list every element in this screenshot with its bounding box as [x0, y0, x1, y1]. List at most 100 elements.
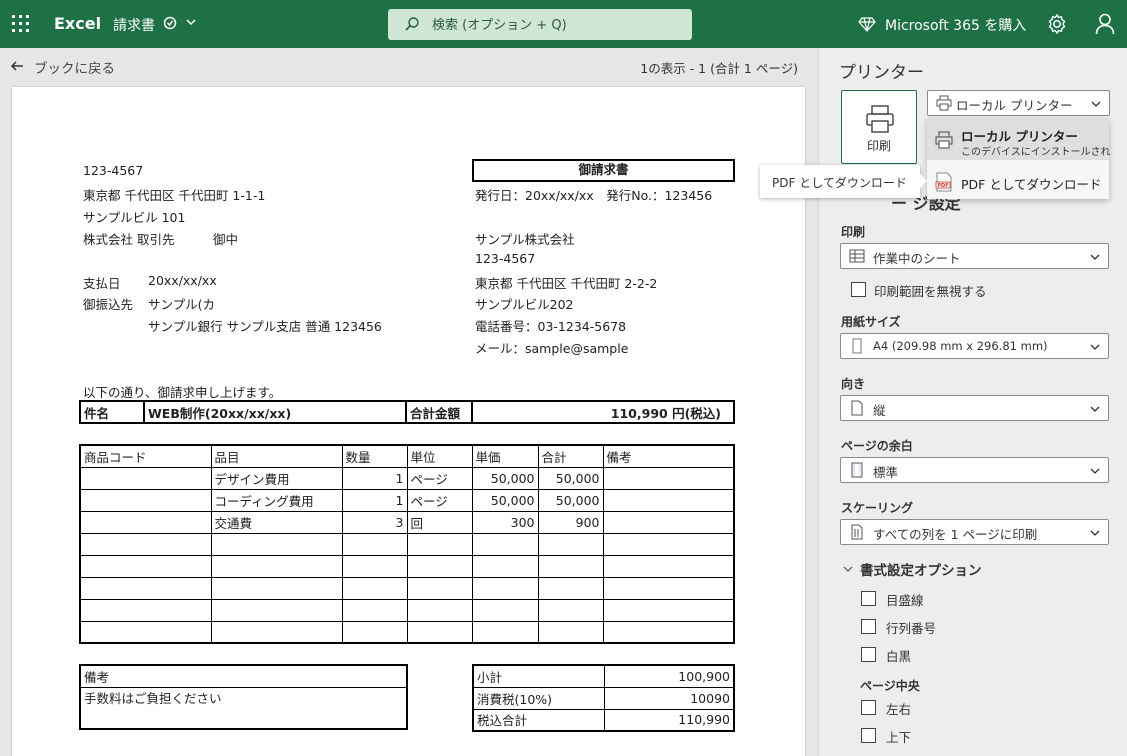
margins-icon	[851, 462, 863, 478]
print-what-value: 作業中のシート	[873, 251, 961, 266]
format-options-title[interactable]: 書式設定オプション	[860, 559, 982, 579]
totals-row: 税込合計 110,990	[472, 708, 735, 732]
table-row	[79, 554, 735, 578]
payment-due-value: 20xx/xx/xx	[148, 273, 217, 288]
totals-label: 税込合計	[472, 708, 605, 732]
back-arrow-icon[interactable]	[10, 59, 24, 73]
headings-checkbox[interactable]	[861, 619, 876, 634]
print-button[interactable]: 印刷	[841, 90, 917, 164]
page-icon	[852, 338, 862, 354]
payment-bank: サンプル銀行 サンプル支店 普通 123456	[148, 319, 382, 334]
table-cell	[602, 598, 735, 622]
printer-dropdown-menu: ローカル プリンター このデバイスにインストールされ PDF PDF としてダウ…	[927, 118, 1111, 199]
table-cell	[471, 554, 539, 578]
table-cell	[537, 532, 604, 556]
center-horizontal-checkbox[interactable]	[861, 700, 876, 715]
printer-select-value: ローカル プリンター	[956, 98, 1073, 113]
search-box[interactable]	[388, 9, 692, 40]
autosave-status-icon	[163, 16, 177, 30]
app-name[interactable]: Excel	[54, 14, 101, 33]
center-on-page-title: ページ中央	[860, 679, 920, 693]
black-white-checkbox[interactable]	[861, 647, 876, 662]
sender-postal: 123-4567	[475, 251, 536, 266]
sender-building: サンプルビル202	[475, 297, 574, 312]
paper-size-select[interactable]: A4 (209.98 mm x 296.81 mm)	[840, 333, 1109, 359]
table-cell: 900	[537, 510, 604, 534]
ignore-print-area-checkbox[interactable]	[851, 282, 866, 297]
center-vertical-checkbox[interactable]	[861, 728, 876, 743]
recipient-building: サンプルビル 101	[83, 210, 186, 225]
notes-label: 備考	[79, 664, 408, 688]
table-cell	[341, 576, 408, 600]
black-white-label: 白黒	[886, 649, 912, 664]
chevron-down-icon[interactable]	[843, 564, 853, 574]
print-what-select[interactable]: 作業中のシート	[840, 243, 1109, 269]
sheet-grid-icon	[849, 249, 865, 263]
table-cell	[79, 466, 212, 490]
gridlines-checkbox[interactable]	[861, 591, 876, 606]
table-cell	[79, 488, 212, 512]
table-row	[79, 598, 735, 622]
table-header-cell: 数量	[341, 444, 408, 468]
table-cell: 50,000	[537, 488, 604, 512]
table-cell	[471, 576, 539, 600]
tooltip-text: PDF としてダウンロード	[772, 176, 907, 190]
table-row	[79, 532, 735, 556]
table-cell	[602, 620, 735, 644]
menu-item-local-printer[interactable]: ローカル プリンター このデバイスにインストールされ	[927, 118, 1111, 160]
payment-due-label: 支払日	[83, 276, 121, 291]
total-amount-label: 合計金額	[405, 400, 473, 424]
chevron-down-icon	[1090, 530, 1100, 536]
app-launcher-icon[interactable]	[12, 15, 30, 33]
table-cell	[537, 576, 604, 600]
payment-account-label: 御振込先	[83, 297, 134, 312]
table-cell	[79, 510, 212, 534]
table-row	[79, 620, 735, 644]
ignore-print-area-label: 印刷範囲を無視する	[874, 284, 987, 299]
recipient-honorific: 御中	[213, 232, 239, 247]
table-header-cell: 合計	[537, 444, 604, 468]
table-row: 交通費 3 回 300 900	[79, 510, 735, 534]
sender-phone: 電話番号：03-1234-5678	[475, 319, 627, 334]
back-to-book-link[interactable]: ブックに戻る	[34, 57, 115, 77]
table-cell	[79, 620, 212, 644]
printer-select[interactable]: ローカル プリンター	[927, 90, 1110, 116]
print-what-label: 印刷	[841, 225, 866, 239]
notes-table: 備考 手数料はご負担ください	[79, 664, 408, 730]
table-cell: 50,000	[471, 488, 539, 512]
menu-item-download-pdf[interactable]: PDF PDF としてダウンロード	[927, 168, 1109, 196]
print-button-label: 印刷	[866, 139, 891, 153]
search-input[interactable]	[432, 14, 682, 36]
intro-text: 以下の通り、御請求申し上げます。	[83, 385, 282, 400]
totals-value: 10090	[603, 686, 735, 710]
gear-icon[interactable]	[1046, 13, 1068, 35]
table-header-cell: 単価	[471, 444, 539, 468]
gridlines-label: 目盛線	[886, 593, 924, 608]
margins-select[interactable]: 標準	[840, 457, 1109, 483]
chevron-down-icon	[1091, 101, 1101, 107]
document-name[interactable]: 請求書	[113, 15, 155, 35]
subject-value: WEB制作(20xx/xx/xx)	[143, 400, 407, 424]
printer-icon	[935, 131, 953, 149]
chevron-down-icon[interactable]	[185, 16, 197, 28]
table-cell: デザイン費用	[210, 466, 343, 490]
orientation-label: 向き	[841, 377, 866, 391]
table-header-cell: 備考	[602, 444, 735, 468]
paper-size-label: 用紙サイズ	[841, 315, 901, 329]
table-cell: 300	[471, 510, 539, 534]
scaling-value: すべての列を 1 ページに印刷	[873, 527, 1038, 542]
scaling-select[interactable]: すべての列を 1 ページに印刷	[840, 519, 1109, 545]
center-horizontal-label: 左右	[886, 702, 912, 717]
totals-row: 消費税(10%) 10090	[472, 686, 735, 710]
page-count-info: 1の表示 - 1 (合計 1 ページ)	[640, 61, 798, 76]
account-icon[interactable]	[1095, 13, 1115, 35]
table-cell: 交通費	[210, 510, 343, 534]
table-row: デザイン費用 1 ページ 50,000 50,000	[79, 466, 735, 490]
orientation-select[interactable]: 縦	[840, 395, 1109, 421]
table-cell	[471, 620, 539, 644]
margins-value: 標準	[873, 465, 899, 480]
table-cell: コーディング費用	[210, 488, 343, 512]
table-cell	[341, 554, 408, 578]
table-cell	[471, 598, 539, 622]
table-cell	[79, 532, 212, 556]
